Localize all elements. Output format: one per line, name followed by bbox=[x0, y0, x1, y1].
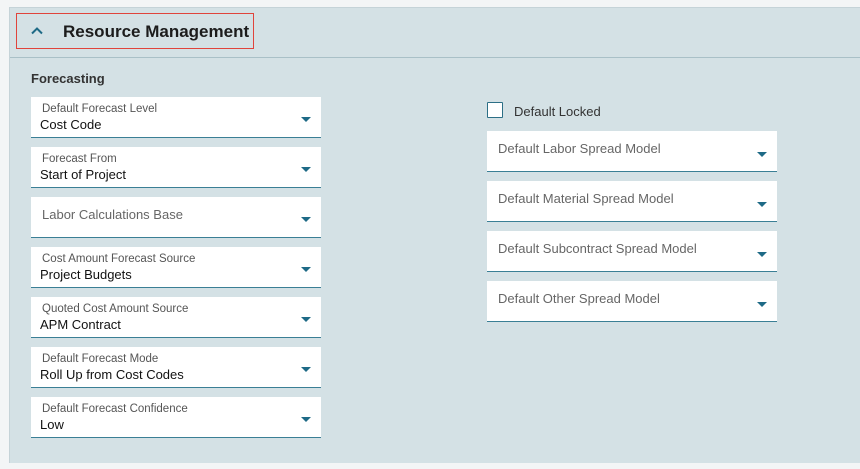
dropdown-arrow-icon[interactable] bbox=[757, 202, 767, 207]
cost-amount-forecast-source-select[interactable]: Cost Amount Forecast Source Project Budg… bbox=[31, 247, 321, 288]
dropdown-arrow-icon[interactable] bbox=[301, 417, 311, 422]
default-forecast-mode-select[interactable]: Default Forecast Mode Roll Up from Cost … bbox=[31, 347, 321, 388]
field-value: Cost Code bbox=[40, 117, 102, 132]
field-label: Default Forecast Level bbox=[42, 103, 158, 115]
dropdown-arrow-icon[interactable] bbox=[301, 317, 311, 322]
default-material-spread-model-select[interactable]: Default Material Spread Model bbox=[487, 181, 777, 222]
default-locked-checkbox[interactable] bbox=[487, 102, 503, 118]
field-placeholder: Default Subcontract Spread Model bbox=[498, 241, 697, 256]
field-label: Default Forecast Confidence bbox=[42, 403, 188, 415]
header-divider bbox=[10, 57, 860, 58]
section-title: Resource Management bbox=[63, 22, 250, 41]
field-placeholder: Default Labor Spread Model bbox=[498, 141, 661, 156]
labor-calculations-base-select[interactable]: Labor Calculations Base bbox=[31, 197, 321, 238]
field-value: Start of Project bbox=[40, 167, 126, 182]
chevron-up-icon[interactable] bbox=[30, 24, 44, 38]
field-placeholder: Labor Calculations Base bbox=[42, 207, 183, 222]
forecasting-subsection-title: Forecasting bbox=[31, 71, 105, 86]
dropdown-arrow-icon[interactable] bbox=[301, 267, 311, 272]
field-value: APM Contract bbox=[40, 317, 121, 332]
dropdown-arrow-icon[interactable] bbox=[757, 152, 767, 157]
dropdown-arrow-icon[interactable] bbox=[301, 217, 311, 222]
field-label: Forecast From bbox=[42, 153, 117, 165]
dropdown-arrow-icon[interactable] bbox=[757, 252, 767, 257]
section-header[interactable]: Resource Management bbox=[16, 13, 254, 49]
field-value: Low bbox=[40, 417, 64, 432]
default-labor-spread-model-select[interactable]: Default Labor Spread Model bbox=[487, 131, 777, 172]
dropdown-arrow-icon[interactable] bbox=[301, 167, 311, 172]
default-forecast-level-select[interactable]: Default Forecast Level Cost Code bbox=[31, 97, 321, 138]
quoted-cost-amount-source-select[interactable]: Quoted Cost Amount Source APM Contract bbox=[31, 297, 321, 338]
default-forecast-confidence-select[interactable]: Default Forecast Confidence Low bbox=[31, 397, 321, 438]
field-value: Roll Up from Cost Codes bbox=[40, 367, 184, 382]
dropdown-arrow-icon[interactable] bbox=[301, 117, 311, 122]
forecast-from-select[interactable]: Forecast From Start of Project bbox=[31, 147, 321, 188]
field-label: Quoted Cost Amount Source bbox=[42, 303, 189, 315]
field-label: Cost Amount Forecast Source bbox=[42, 253, 196, 265]
default-subcontract-spread-model-select[interactable]: Default Subcontract Spread Model bbox=[487, 231, 777, 272]
field-value: Project Budgets bbox=[40, 267, 132, 282]
default-locked-label: Default Locked bbox=[514, 104, 601, 119]
field-placeholder: Default Material Spread Model bbox=[498, 191, 674, 206]
default-other-spread-model-select[interactable]: Default Other Spread Model bbox=[487, 281, 777, 322]
dropdown-arrow-icon[interactable] bbox=[301, 367, 311, 372]
field-label: Default Forecast Mode bbox=[42, 353, 159, 365]
field-placeholder: Default Other Spread Model bbox=[498, 291, 660, 306]
dropdown-arrow-icon[interactable] bbox=[757, 302, 767, 307]
